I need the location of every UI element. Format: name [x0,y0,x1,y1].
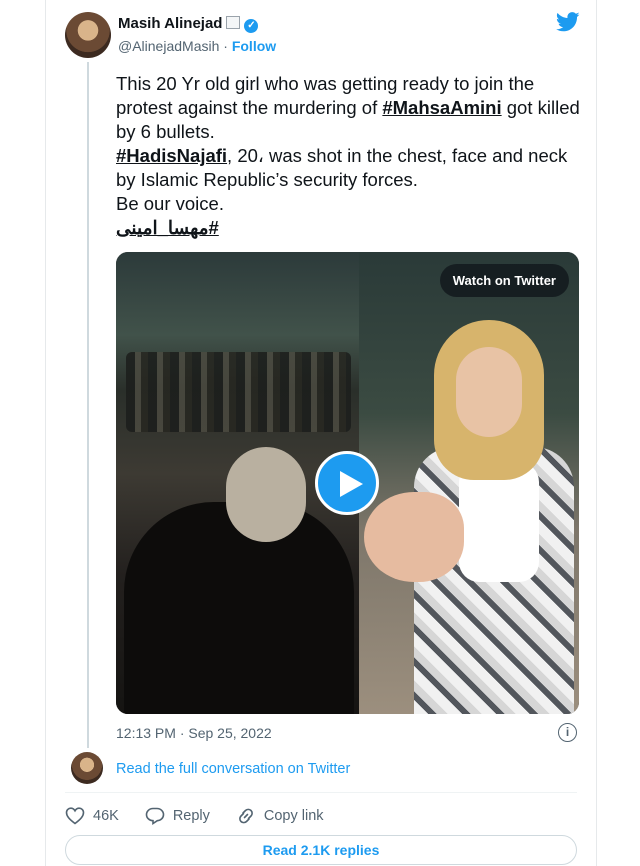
author-name-row[interactable]: Masih Alinejad ✓ [118,15,259,33]
follow-link[interactable]: Follow [232,38,276,54]
twitter-bird-icon[interactable] [555,12,580,37]
tweet-paragraph-1: This 20 Yr old girl who was getting read… [116,72,586,144]
conversation-avatar [71,752,103,784]
like-button[interactable]: 46K [65,807,119,825]
play-icon [340,471,363,497]
crowd-image [126,352,351,432]
person-hand [364,492,464,582]
hashtag-mahsaamini-link[interactable]: #MahsaAmini [382,97,501,118]
tweet-paragraph-2: #HadisNajafi, 20، was shot in the chest,… [116,144,586,192]
action-bar: 46K Reply Copy link [65,805,350,827]
copy-link-button[interactable]: Copy link [236,807,324,825]
read-full-conversation-link[interactable]: Read the full conversation on Twitter [116,761,350,777]
person-top [459,462,539,582]
person-hair [226,447,306,542]
copy-link-label: Copy link [263,808,324,824]
person-silhouette [124,502,354,714]
flag-icon [226,16,241,29]
tweet-card: Masih Alinejad ✓ @AlinejadMasih · Follow … [45,0,597,866]
tweet-text: This 20 Yr old girl who was getting read… [116,72,586,240]
divider [65,792,577,793]
person-face [456,347,522,437]
hashtag-persian-link[interactable]: #مهسا_امینی [116,217,219,238]
info-icon[interactable]: i [558,723,577,742]
reply-button[interactable]: Reply [145,807,210,825]
heart-icon [65,807,85,825]
verified-badge-icon: ✓ [244,19,259,33]
author-name[interactable]: Masih Alinejad [118,15,222,32]
video-player[interactable]: Watch on Twitter [116,252,579,714]
play-button[interactable] [315,451,379,515]
reply-icon [145,807,165,825]
link-icon [238,808,253,824]
reply-label: Reply [172,808,210,824]
author-avatar[interactable] [65,12,111,58]
read-replies-button[interactable]: Read 2.1K replies [65,835,577,865]
author-handle-row: @AlinejadMasih · Follow [118,38,276,54]
author-handle[interactable]: @AlinejadMasih [118,38,219,54]
thread-line [87,62,89,748]
like-count: 46K [93,808,119,824]
watch-on-twitter-button[interactable]: Watch on Twitter [439,264,569,297]
hashtag-hadisnajafi-link[interactable]: #HadisNajafi [116,145,227,166]
tweet-paragraph-4: #مهسا_امینی [116,216,586,240]
tweet-timestamp[interactable]: 12:13 PM · Sep 25, 2022 [116,725,272,741]
handle-separator: · [219,38,232,54]
video-frame-right [359,252,579,714]
tweet-paragraph-3: Be our voice. [116,193,224,214]
